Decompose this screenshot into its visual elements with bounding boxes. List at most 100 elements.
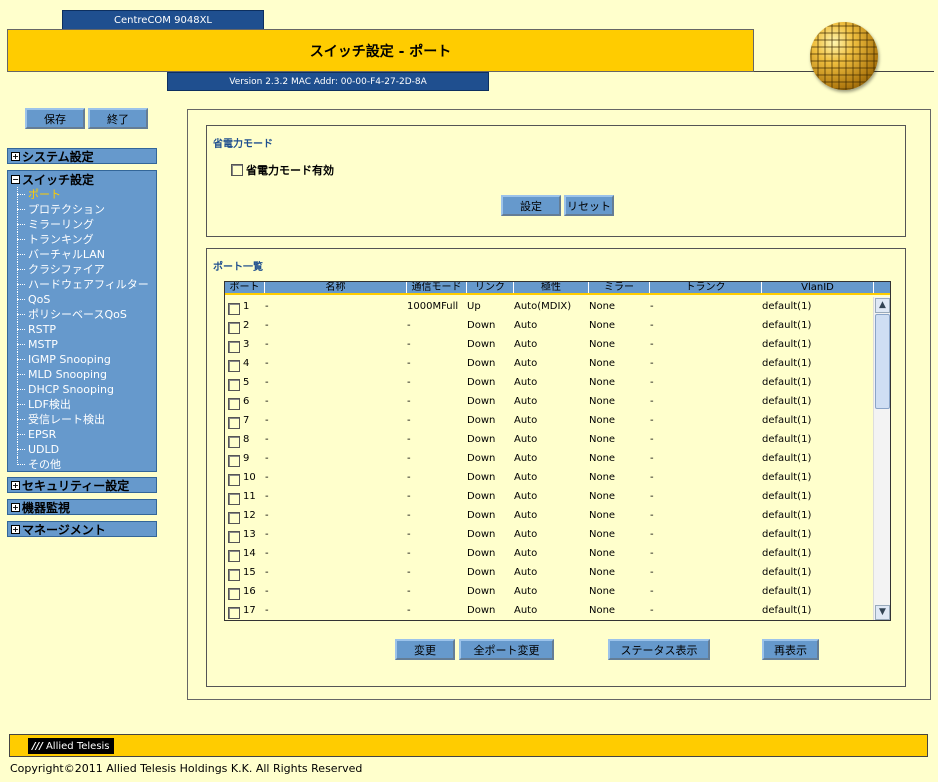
name-cell: -: [265, 434, 269, 445]
name-cell: -: [265, 491, 269, 502]
eco-mode-title: 省電力モード: [213, 139, 273, 150]
refresh-button[interactable]: 再表示: [762, 639, 819, 660]
port-number: 1: [243, 301, 250, 312]
column-header-polarity: 極性: [514, 282, 589, 293]
port-select-checkbox[interactable]: [228, 360, 240, 372]
change-button[interactable]: 変更: [395, 639, 455, 660]
sidebar-subitem[interactable]: MLD Snooping: [8, 367, 156, 382]
name-cell: -: [265, 586, 269, 597]
sidebar-subitem[interactable]: クラシファイア: [8, 262, 156, 277]
port-select-checkbox[interactable]: [228, 303, 240, 315]
port-cell: 12: [225, 507, 265, 524]
sidebar-subitem[interactable]: UDLD: [8, 442, 156, 457]
mirror-cell: None: [589, 491, 616, 502]
port-select-checkbox[interactable]: [228, 474, 240, 486]
mirror-cell: None: [589, 320, 616, 331]
table-row: 4 - - Down Auto None - default(1): [225, 354, 874, 373]
scroll-down-icon[interactable]: ▼: [875, 605, 890, 620]
port-number: 11: [243, 491, 256, 502]
vlan-cell: default(1): [762, 434, 812, 445]
link-cell: Down: [467, 339, 496, 350]
polarity-cell: Auto: [514, 586, 538, 597]
mode-cell: -: [407, 453, 411, 464]
mode-cell: -: [407, 320, 411, 331]
mode-cell: 1000MFull: [407, 301, 459, 312]
port-select-checkbox[interactable]: [228, 588, 240, 600]
mode-cell: -: [407, 396, 411, 407]
polarity-cell: Auto: [514, 377, 538, 388]
vlan-cell: default(1): [762, 472, 812, 483]
sidebar-item-security[interactable]: + セキュリティー設定: [7, 477, 157, 493]
port-number: 13: [243, 529, 256, 540]
exit-button[interactable]: 終了: [88, 108, 148, 129]
scroll-up-icon[interactable]: ▲: [875, 298, 890, 313]
sidebar-subitem[interactable]: トランキング: [8, 232, 156, 247]
port-select-checkbox[interactable]: [228, 417, 240, 429]
main-content: 省電力モード 省電力モード有効 設定 リセット ポート一覧 ポート 名称 通信モ…: [187, 109, 931, 700]
port-rows: 1 - 1000MFull Up Auto(MDIX) None - default(1) 2 -…: [225, 297, 874, 620]
port-number: 7: [243, 415, 250, 426]
port-cell: 11: [225, 488, 265, 505]
polarity-cell: Auto: [514, 453, 538, 464]
eco-mode-checkbox[interactable]: 省電力モード有効: [231, 162, 334, 178]
sidebar-subitem[interactable]: EPSR: [8, 427, 156, 442]
sidebar-subitem[interactable]: QoS: [8, 292, 156, 307]
port-select-checkbox[interactable]: [228, 398, 240, 410]
sidebar-subitem[interactable]: ミラーリング: [8, 217, 156, 232]
port-select-checkbox[interactable]: [228, 379, 240, 391]
port-select-checkbox[interactable]: [228, 607, 240, 619]
sidebar-subitem[interactable]: LDF検出: [8, 397, 156, 412]
port-select-checkbox[interactable]: [228, 550, 240, 562]
save-button[interactable]: 保存: [25, 108, 85, 129]
link-cell: Down: [467, 567, 496, 578]
all-port-change-button[interactable]: 全ポート変更: [459, 639, 554, 660]
sidebar-item-management[interactable]: + マネージメント: [7, 521, 157, 537]
set-button[interactable]: 設定: [501, 195, 561, 216]
sidebar-subitem[interactable]: IGMP Snooping: [8, 352, 156, 367]
table-row: 8 - - Down Auto None - default(1): [225, 430, 874, 449]
table-header: ポート 名称 通信モード リンク 極性 ミラー トランク VlanID: [225, 282, 890, 295]
sidebar-subitem[interactable]: ハードウェアフィルター: [8, 277, 156, 292]
sidebar-subitem[interactable]: MSTP: [8, 337, 156, 352]
footer-bar: /// Allied Telesis: [9, 734, 928, 757]
sidebar-subitem[interactable]: ポート: [8, 187, 156, 202]
sidebar-subitem[interactable]: 受信レート検出: [8, 412, 156, 427]
port-cell: 1: [225, 298, 265, 315]
polarity-cell: Auto: [514, 567, 538, 578]
sidebar-item-switch[interactable]: − スイッチ設定: [8, 171, 156, 187]
sidebar-subitem[interactable]: バーチャルLAN: [8, 247, 156, 262]
link-cell: Down: [467, 434, 496, 445]
mirror-cell: None: [589, 358, 616, 369]
status-display-button[interactable]: ステータス表示: [608, 639, 710, 660]
port-select-checkbox[interactable]: [228, 569, 240, 581]
sidebar-subitem[interactable]: その他: [8, 457, 156, 472]
port-number: 12: [243, 510, 256, 521]
port-select-checkbox[interactable]: [228, 512, 240, 524]
polarity-cell: Auto: [514, 415, 538, 426]
port-select-checkbox[interactable]: [228, 341, 240, 353]
sidebar-subitem[interactable]: ポリシーベースQoS: [8, 307, 156, 322]
table-row: 11- - Down Auto None - default(1): [225, 487, 874, 506]
link-cell: Up: [467, 301, 481, 312]
sidebar-subitem[interactable]: DHCP Snooping: [8, 382, 156, 397]
port-select-checkbox[interactable]: [228, 493, 240, 505]
mode-cell: -: [407, 510, 411, 521]
mode-cell: -: [407, 472, 411, 483]
port-cell: 6: [225, 393, 265, 410]
name-cell: -: [265, 320, 269, 331]
port-select-checkbox[interactable]: [228, 531, 240, 543]
sidebar-subitem[interactable]: RSTP: [8, 322, 156, 337]
allied-telesis-logo: /// Allied Telesis: [28, 738, 114, 754]
port-select-checkbox[interactable]: [228, 436, 240, 448]
port-select-checkbox[interactable]: [228, 322, 240, 334]
sidebar-item-system[interactable]: + システム設定: [7, 148, 157, 164]
sidebar-subitem[interactable]: プロテクション: [8, 202, 156, 217]
reset-button[interactable]: リセット: [564, 195, 614, 216]
sidebar-item-monitor[interactable]: + 機器監視: [7, 499, 157, 515]
table-scrollbar[interactable]: ▲ ▼: [873, 297, 890, 620]
port-select-checkbox[interactable]: [228, 455, 240, 467]
scroll-thumb[interactable]: [875, 314, 890, 409]
trunk-cell: -: [650, 453, 654, 464]
checkbox-box[interactable]: [231, 164, 243, 176]
port-cell: 5: [225, 374, 265, 391]
